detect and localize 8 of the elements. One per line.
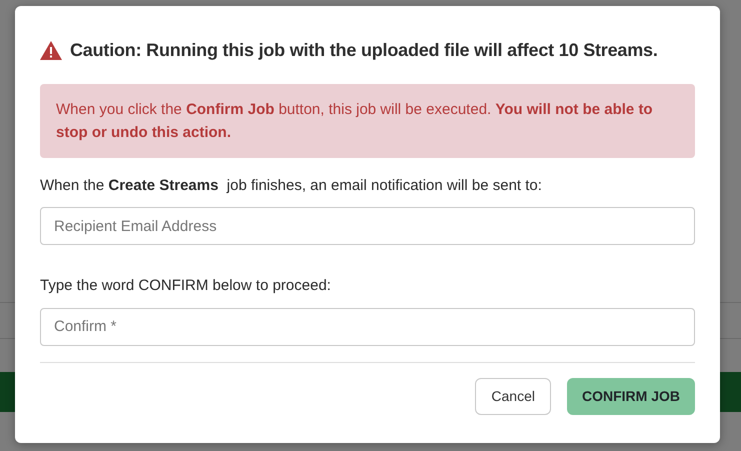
cancel-button[interactable]: Cancel	[475, 378, 551, 415]
email-field[interactable]: Recipient Email Address	[40, 207, 695, 246]
confirm-field[interactable]: Confirm *	[40, 308, 695, 346]
warning-icon	[40, 41, 62, 60]
confirm-label: Type the word CONFIRM below to proceed:	[40, 276, 332, 296]
dialog-title: Caution: Running this job with the uploaded file will affect 10 Streams.	[70, 40, 658, 62]
warning-message: When you click the Confirm Job button, this job will be executed. You will not be able to stop or undo this action.	[40, 84, 695, 158]
email-label: When the Create Streams job finishes, an email notification will be sent to:	[40, 176, 543, 196]
